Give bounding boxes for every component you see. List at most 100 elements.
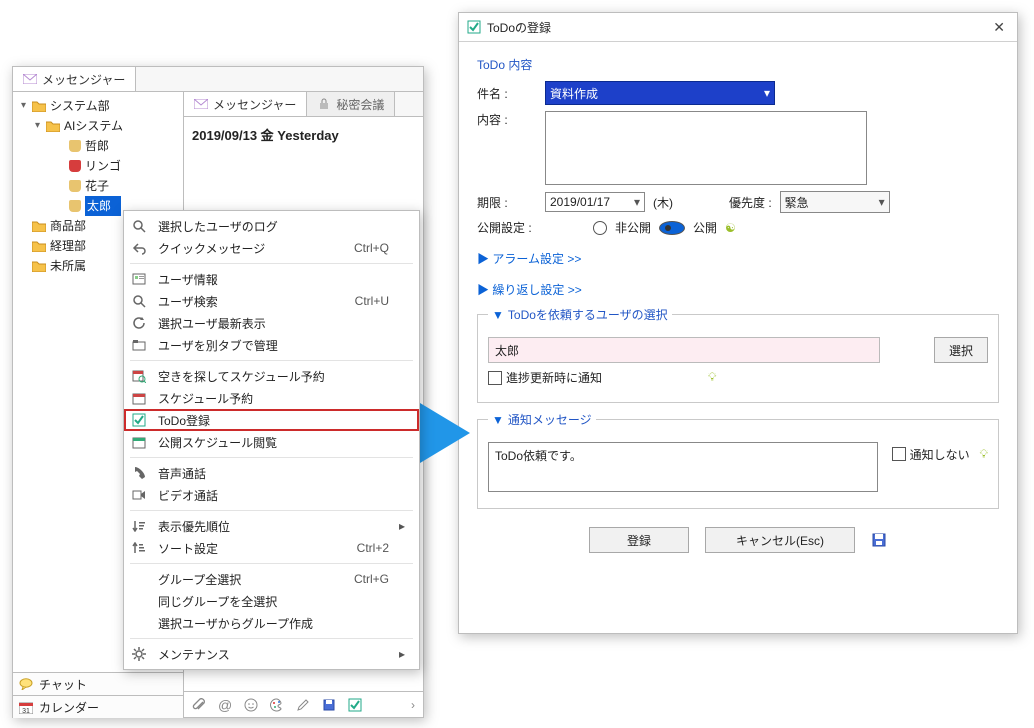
tree-label: 商品部 bbox=[50, 216, 86, 236]
deadline-date-input[interactable]: 2019/01/17 ▾ bbox=[545, 192, 645, 212]
tree-user[interactable]: 花子 bbox=[19, 176, 179, 196]
menu-item[interactable]: メンテナンス▸ bbox=[124, 643, 419, 665]
tree-user[interactable]: 哲郎 bbox=[19, 136, 179, 156]
subject-combo[interactable]: 資料作成 ▾ bbox=[545, 81, 775, 105]
menu-item[interactable]: 空きを探してスケジュール予約 bbox=[124, 365, 419, 387]
save-icon[interactable] bbox=[322, 698, 336, 712]
menu-item[interactable]: 選択ユーザ最新表示 bbox=[124, 312, 419, 334]
menu-item[interactable]: グループ全選択Ctrl+G bbox=[124, 568, 419, 590]
refresh-icon bbox=[130, 316, 148, 330]
select-user-button[interactable]: 選択 bbox=[934, 337, 988, 363]
link-alarm[interactable]: ▶ アラーム設定 >> bbox=[477, 250, 999, 267]
hint-icon[interactable]: 💡︎ bbox=[980, 447, 988, 462]
sort-icon bbox=[130, 520, 148, 532]
sort2-icon bbox=[130, 542, 148, 554]
checkbox-box bbox=[488, 371, 502, 385]
row-visibility: 公開設定 : 非公開 公開 ☯︎ bbox=[477, 219, 999, 236]
avatar-icon bbox=[69, 160, 81, 172]
menu-item-label: ビデオ通話 bbox=[158, 487, 379, 504]
menu-item[interactable]: ソート設定 Ctrl+2 bbox=[124, 537, 419, 559]
label-deadline: 期限 : bbox=[477, 194, 537, 211]
dialog-title: ToDoの登録 bbox=[487, 19, 551, 36]
checkbox-label: 進捗更新時に通知 bbox=[506, 369, 602, 386]
radio-private[interactable] bbox=[593, 221, 607, 235]
svg-text:31: 31 bbox=[22, 708, 30, 714]
menu-item[interactable]: 選択したユーザのログ bbox=[124, 215, 419, 237]
menu-item[interactable]: ToDo登録 bbox=[124, 409, 419, 431]
label-public: 公開 bbox=[693, 219, 717, 236]
attach-icon[interactable] bbox=[192, 698, 206, 712]
hint-icon[interactable]: 💡︎ bbox=[708, 370, 716, 385]
palette-icon[interactable] bbox=[270, 698, 284, 712]
tree-node-ai[interactable]: ▾ AIシステム bbox=[19, 116, 179, 136]
avatar-icon bbox=[69, 140, 81, 152]
menu-item[interactable]: 表示優先順位▸ bbox=[124, 515, 419, 537]
checkbox-no-notify[interactable]: 通知しない bbox=[892, 446, 970, 463]
menu-item[interactable]: スケジュール予約 bbox=[124, 387, 419, 409]
menu-item[interactable]: ビデオ通話 bbox=[124, 484, 419, 506]
link-repeat[interactable]: ▶ 繰り返し設定 >> bbox=[477, 281, 999, 298]
tab-secret[interactable]: 秘密会議 bbox=[307, 92, 395, 116]
tree-user[interactable]: リンゴ bbox=[19, 156, 179, 176]
priority-select[interactable]: 緊急 ▾ bbox=[780, 191, 890, 213]
save-disk-icon[interactable] bbox=[871, 532, 887, 548]
menu-separator bbox=[130, 360, 413, 361]
menu-item[interactable]: ユーザ検索Ctrl+U bbox=[124, 290, 419, 312]
menu-item-shortcut: Ctrl+2 bbox=[357, 541, 389, 555]
chat-icon bbox=[19, 678, 33, 690]
checkbox-notify-progress[interactable]: 進捗更新時に通知 bbox=[488, 369, 602, 386]
tree-label: 未所属 bbox=[50, 256, 86, 276]
menu-item-shortcut: Ctrl+G bbox=[354, 572, 389, 586]
section-legend: ▼ ToDoを依頼するユーザの選択 bbox=[488, 306, 672, 323]
close-button[interactable]: ✕ bbox=[989, 19, 1009, 36]
collapse-icon[interactable]: ▾ bbox=[33, 116, 42, 136]
notify-message-textarea[interactable]: ToDo依頼です。 bbox=[488, 442, 878, 492]
dialog-footer: 登録 キャンセル(Esc) bbox=[477, 527, 999, 553]
menu-item[interactable]: 同じグループを全選択 bbox=[124, 590, 419, 612]
deadline-value: 2019/01/17 bbox=[550, 195, 610, 209]
menu-separator bbox=[130, 563, 413, 564]
todo-check-icon[interactable] bbox=[348, 698, 362, 712]
left-tabs: メッセンジャー bbox=[13, 67, 423, 92]
side-tab-calendar[interactable]: 31 カレンダー bbox=[13, 695, 183, 718]
menu-item[interactable]: ユーザ情報 bbox=[124, 268, 419, 290]
edit-icon[interactable] bbox=[296, 698, 310, 712]
mail-icon bbox=[23, 72, 37, 86]
register-button[interactable]: 登録 bbox=[589, 527, 689, 553]
menu-item-label: スケジュール予約 bbox=[158, 390, 379, 407]
triangle-right-icon: ▶ bbox=[477, 283, 489, 297]
label-content: 内容 : bbox=[477, 111, 537, 128]
priority-value: 緊急 bbox=[785, 194, 809, 211]
label-private: 非公開 bbox=[615, 219, 651, 236]
cancel-button[interactable]: キャンセル(Esc) bbox=[705, 527, 855, 553]
section-assign-user: ▼ ToDoを依頼するユーザの選択 太郎 選択 進捗更新時に通知 💡︎ bbox=[477, 306, 999, 403]
side-tab-chat[interactable]: チャット bbox=[13, 672, 183, 695]
phone-icon bbox=[130, 466, 148, 480]
tab-messenger-msg[interactable]: メッセンジャー bbox=[184, 92, 307, 116]
assigned-user-field[interactable]: 太郎 bbox=[488, 337, 880, 363]
menu-item-label: 音声通話 bbox=[158, 465, 379, 482]
menu-item[interactable]: 音声通話 bbox=[124, 462, 419, 484]
at-icon[interactable]: @ bbox=[218, 697, 232, 713]
tab-messenger-tree[interactable]: メッセンジャー bbox=[13, 67, 136, 91]
content-textarea[interactable] bbox=[545, 111, 867, 185]
menu-item[interactable]: 公開スケジュール閲覧 bbox=[124, 431, 419, 453]
video-icon bbox=[130, 489, 148, 501]
chevron-right-icon[interactable]: › bbox=[411, 698, 415, 712]
calendar-open-icon bbox=[130, 436, 148, 449]
menu-item[interactable]: ユーザを別タブで管理 bbox=[124, 334, 419, 356]
menu-item-label: ソート設定 bbox=[158, 540, 347, 557]
radio-public[interactable] bbox=[659, 221, 685, 235]
face-icon[interactable] bbox=[244, 698, 258, 712]
card-icon bbox=[130, 273, 148, 285]
collapse-icon[interactable]: ▾ bbox=[19, 96, 28, 116]
folder-icon bbox=[46, 120, 60, 132]
tree-root[interactable]: ▾ システム部 bbox=[19, 96, 179, 116]
tab-icon bbox=[130, 339, 148, 351]
notify-message-value: ToDo依頼です。 bbox=[495, 449, 582, 463]
chevron-right-icon: ▸ bbox=[399, 519, 409, 533]
menu-item[interactable]: クイックメッセージCtrl+Q bbox=[124, 237, 419, 259]
menu-item[interactable]: 選択ユーザからグループ作成 bbox=[124, 612, 419, 634]
hint-icon[interactable]: ☯︎ bbox=[725, 221, 736, 235]
menu-separator bbox=[130, 638, 413, 639]
